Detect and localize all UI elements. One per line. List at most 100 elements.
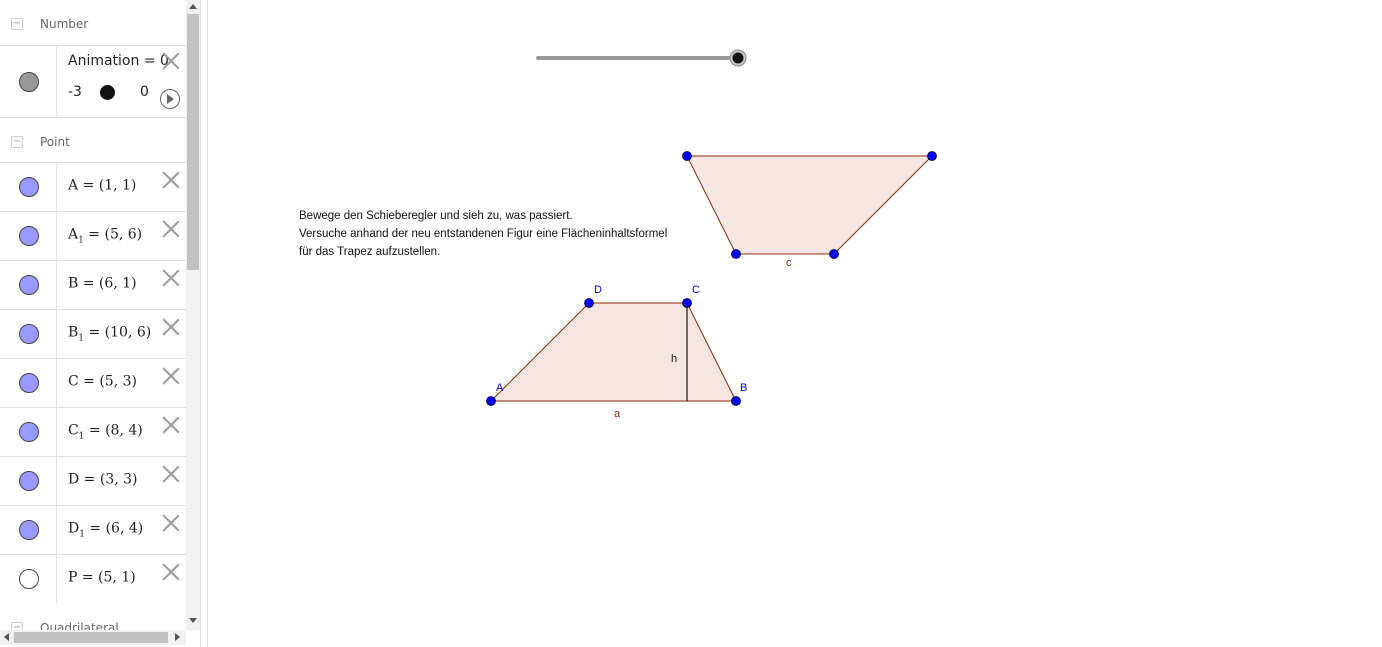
slider-handle[interactable] [732,52,744,64]
marble-cell [0,457,57,505]
point-label-b: B [740,382,747,394]
point-name: P [68,569,78,586]
point-name: A [68,177,79,194]
graphics-view[interactable]: c h a A B C D [208,0,1382,647]
segment-label-h: h [671,353,677,365]
visibility-marble-icon[interactable] [19,71,39,92]
point-definition[interactable]: B = (6, 1) [68,276,137,295]
scroll-up-icon[interactable] [189,4,197,9]
trapezoid-main[interactable] [489,302,737,402]
instruction-line: für das Trapez aufzustellen. [299,246,441,258]
point-c[interactable] [682,298,692,308]
delete-icon[interactable] [162,171,180,189]
delete-icon[interactable] [162,416,180,434]
visibility-marble-icon[interactable] [19,569,39,589]
point-b1[interactable] [927,151,937,161]
point-row[interactable]: D = (3, 3) [0,456,186,505]
point-a1[interactable] [682,151,692,161]
delete-icon[interactable] [162,465,180,483]
scroll-thumb[interactable] [14,632,168,643]
panel-splitter[interactable] [200,0,208,647]
section-title: Quadrilateral [40,621,119,630]
instruction-line: Versuche anhand der neu entstandenen Fig… [299,228,668,240]
marble-cell [0,212,57,260]
horizontal-scrollbar[interactable] [0,630,186,645]
point-c1[interactable] [829,249,839,259]
point-label-c: C [692,284,700,296]
collapse-icon[interactable]: − [11,136,23,148]
point-row[interactable]: P = (5, 1) [0,554,186,603]
point-value: = (10, 6) [84,324,152,341]
point-definition[interactable]: A1 = (5, 6) [68,227,142,246]
point-name: C [68,373,79,390]
instruction-line: Bewege den Schieberegler und sieh zu, wa… [299,210,573,222]
point-row[interactable]: C = (5, 3) [0,358,186,407]
visibility-marble-icon[interactable] [19,275,39,295]
point-definition[interactable]: C = (5, 3) [68,374,137,393]
scroll-right-icon[interactable] [175,633,180,641]
point-value: = (3, 3) [79,471,138,488]
delete-icon[interactable] [162,514,180,532]
marble-cell [0,163,57,211]
delete-icon[interactable] [162,367,180,385]
point-value: = (5, 6) [83,226,143,243]
delete-icon[interactable] [162,269,180,287]
collapse-icon[interactable]: − [11,622,23,630]
collapse-icon[interactable]: − [11,18,23,30]
point-definition[interactable]: C1 = (8, 4) [68,423,143,442]
point-d[interactable] [584,298,594,308]
section-point[interactable]: − Point [0,124,186,160]
point-b[interactable] [731,396,741,406]
point-row[interactable]: D1 = (6, 4) [0,505,186,554]
trapezoid-copy[interactable] [686,155,934,255]
section-quadrilateral[interactable]: − Quadrilateral [0,610,186,630]
marble-cell [0,555,57,603]
point-definition[interactable]: B1 = (10, 6) [68,325,151,344]
delete-icon[interactable] [162,220,180,238]
delete-icon[interactable] [162,563,180,581]
scroll-left-icon[interactable] [4,633,9,641]
point-a[interactable] [486,396,496,406]
point-name: D [68,471,80,488]
point-row[interactable]: B1 = (10, 6) [0,309,186,358]
visibility-marble-icon[interactable] [19,324,39,344]
slider-max: 0 [140,84,149,100]
visibility-marble-icon[interactable] [19,471,39,491]
marble-cell [0,359,57,407]
point-label-a: A [496,382,504,394]
point-row[interactable]: B = (6, 1) [0,260,186,309]
point-value: = (5, 3) [78,373,137,390]
visibility-marble-icon[interactable] [19,226,39,246]
point-d1[interactable] [731,249,741,259]
point-definition[interactable]: P = (5, 1) [68,570,136,589]
point-value: = (5, 1) [77,569,136,586]
vertical-scrollbar[interactable] [186,0,200,630]
point-row[interactable]: C1 = (8, 4) [0,407,186,456]
slider-knob[interactable] [100,85,115,100]
scroll-down-icon[interactable] [189,618,197,623]
play-icon[interactable] [160,89,180,109]
point-value: = (6, 4) [84,520,144,537]
point-definition[interactable]: D1 = (6, 4) [68,521,143,540]
section-number[interactable]: − Number [0,6,186,42]
slider-row-animation[interactable]: Animation = 0 -3 0 [0,45,186,118]
delete-icon[interactable] [162,318,180,336]
point-value: = (1, 1) [78,177,137,194]
delete-icon[interactable] [162,52,180,70]
visibility-marble-icon[interactable] [19,520,39,540]
section-title: Point [40,135,70,149]
point-row[interactable]: A = (1, 1) [0,162,186,211]
point-definition[interactable]: D = (3, 3) [68,472,138,491]
algebra-view: − Number Animation = 0 -3 0 − Point A = … [0,0,186,630]
slider-label: Animation = 0 [68,53,169,69]
point-value: = (8, 4) [84,422,143,439]
marble-cell [0,46,57,117]
point-definition[interactable]: A = (1, 1) [68,178,136,197]
scroll-thumb[interactable] [187,14,199,270]
point-row[interactable]: A1 = (5, 6) [0,211,186,260]
visibility-marble-icon[interactable] [19,422,39,442]
segment-label-c: c [786,257,792,269]
section-title: Number [40,17,89,31]
visibility-marble-icon[interactable] [19,177,39,197]
visibility-marble-icon[interactable] [19,373,39,393]
